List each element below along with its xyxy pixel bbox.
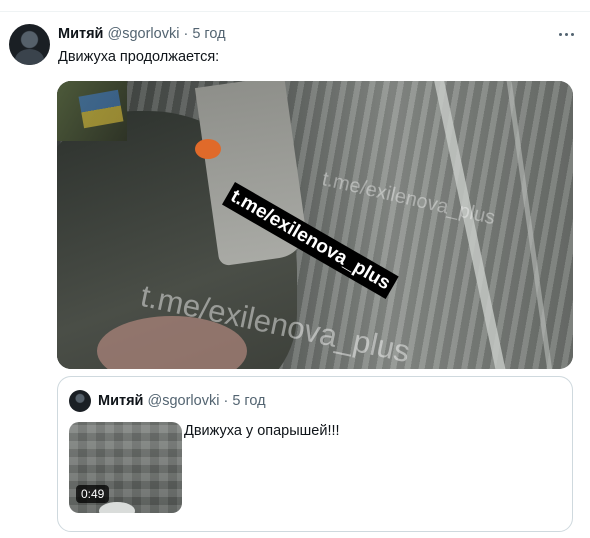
quoted-avatar <box>69 390 91 412</box>
quoted-author-name: Митяй <box>98 393 144 409</box>
avatar-figure <box>15 49 44 65</box>
top-divider <box>0 11 590 12</box>
thumbnail-wheel <box>99 502 135 513</box>
quoted-header: Митяй @sgorlovki · 5 год <box>98 393 266 409</box>
more-dot <box>564 32 568 36</box>
tweet-time[interactable]: 5 год <box>192 26 225 42</box>
orange-light <box>195 139 221 159</box>
quoted-tweet[interactable]: Митяй @sgorlovki · 5 год 0:49 Движуха у … <box>57 376 573 532</box>
separator-dot: · <box>183 26 189 42</box>
quoted-video-thumbnail[interactable]: 0:49 <box>69 422 182 513</box>
more-dot <box>558 32 562 36</box>
tweet-text: Движуха продолжается: <box>58 49 220 65</box>
author-name[interactable]: Митяй <box>58 26 103 42</box>
avatar[interactable] <box>9 24 50 65</box>
quoted-time: 5 год <box>232 393 266 409</box>
more-dot <box>570 32 574 36</box>
video-duration-badge: 0:49 <box>76 485 110 503</box>
more-options-icon[interactable] <box>556 25 576 43</box>
quoted-author-handle: @sgorlovki <box>147 393 220 409</box>
tweet-media-video[interactable]: t.me/exilenova_plus t.me/exilenova_plus … <box>57 81 573 369</box>
flag-patch <box>78 89 124 129</box>
author-handle[interactable]: @sgorlovki <box>108 26 180 42</box>
quoted-text: Движуха у опарышей!!! <box>184 423 340 439</box>
separator-dot: · <box>223 393 229 409</box>
tweet-header: Митяй @sgorlovki · 5 год <box>58 26 226 44</box>
